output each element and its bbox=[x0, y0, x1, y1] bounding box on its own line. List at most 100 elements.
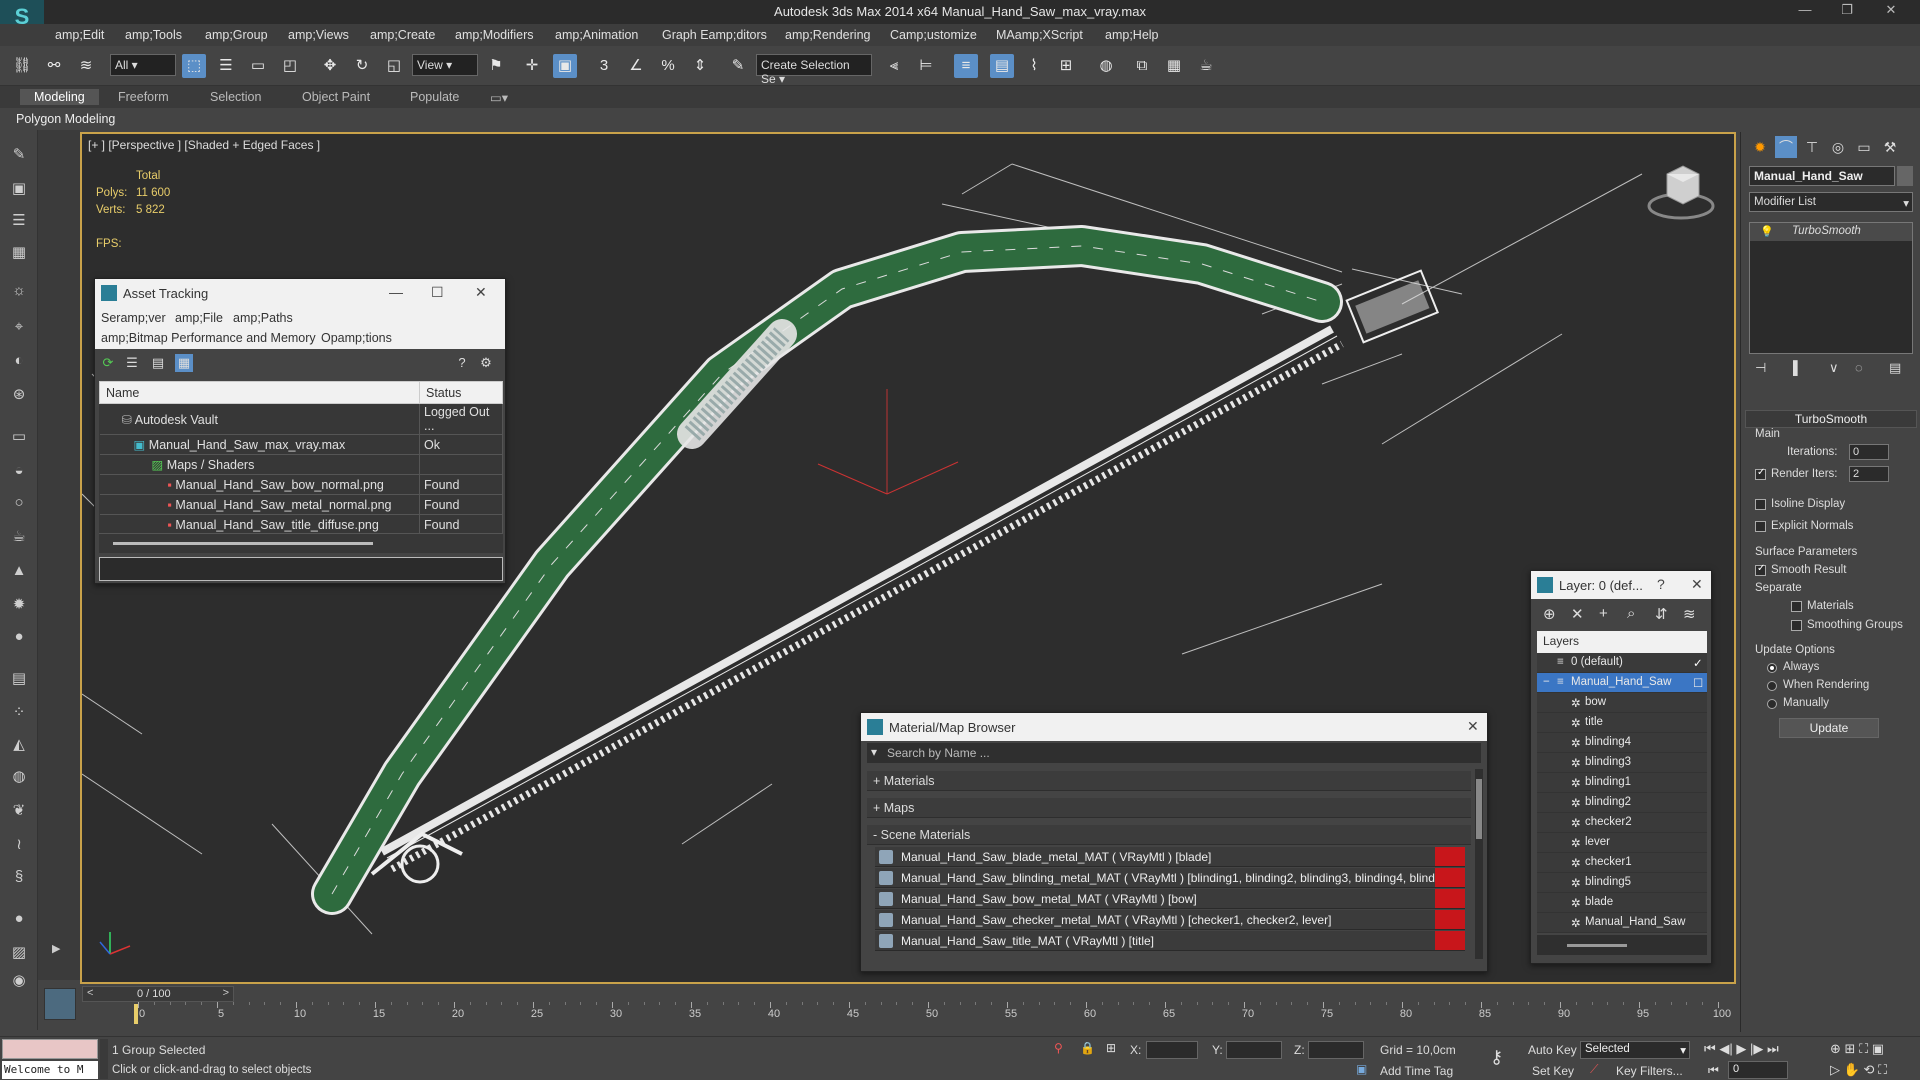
time-slider[interactable]: < 0 / 100 > bbox=[82, 986, 234, 1002]
time-cursor[interactable] bbox=[134, 1004, 138, 1024]
curve-editor-icon[interactable]: ⌇ bbox=[1022, 54, 1046, 78]
angle-snap-icon[interactable]: ∠ bbox=[624, 54, 648, 78]
render-iters-checkbox[interactable] bbox=[1755, 467, 1766, 480]
list-item[interactable]: ✲ blinding4 bbox=[1537, 733, 1707, 753]
globe-icon[interactable]: ◉ bbox=[8, 970, 30, 992]
modify-tab-icon[interactable]: ⌒ bbox=[1775, 136, 1797, 158]
menu-paths[interactable]: amp;Paths bbox=[233, 311, 293, 325]
graphite-toolbox-icon[interactable]: ▤ bbox=[990, 54, 1014, 78]
create-layer-icon[interactable]: ⊕ bbox=[1543, 605, 1556, 623]
layers-column-header[interactable]: Layers bbox=[1537, 631, 1707, 653]
add-to-layer-icon[interactable]: + bbox=[1599, 605, 1608, 622]
highlight-layer-icon[interactable]: ⇵ bbox=[1655, 605, 1668, 623]
refresh-icon[interactable]: ⟳ bbox=[99, 354, 117, 372]
search-options-icon[interactable]: ▾ bbox=[871, 745, 877, 759]
minimize-button[interactable]: — bbox=[1790, 2, 1820, 22]
pivot-center-icon[interactable]: ⚑ bbox=[484, 54, 508, 78]
align-icon[interactable]: ⊨ bbox=[914, 54, 938, 78]
material-browser-titlebar[interactable]: Material/Map Browser ✕ bbox=[861, 713, 1487, 741]
display-tab-icon[interactable]: ▭ bbox=[1853, 136, 1875, 158]
go-to-start-icon[interactable]: ⏮ bbox=[1704, 1041, 1716, 1056]
percent-snap-icon[interactable]: % bbox=[656, 54, 680, 78]
box-icon[interactable]: ▭ bbox=[8, 426, 30, 448]
add-time-tag[interactable]: Add Time Tag bbox=[1380, 1064, 1453, 1078]
close-button[interactable]: ✕ bbox=[1691, 576, 1703, 593]
polygon-modeling-label[interactable]: Polygon Modeling bbox=[16, 112, 115, 126]
pan-icon[interactable]: ✋ bbox=[1844, 1062, 1860, 1077]
menu-file[interactable]: amp;File bbox=[175, 311, 223, 325]
modifier-list-dropdown[interactable]: Modifier List ▾ bbox=[1749, 192, 1913, 212]
list-item[interactable]: Manual_Hand_Saw_checker_metal_MAT ( VRay… bbox=[875, 910, 1465, 930]
snake-icon[interactable]: § bbox=[8, 866, 30, 888]
next-key-icon[interactable]: |▶ bbox=[1750, 1041, 1763, 1056]
keyboard-shortcut-icon[interactable]: ▣ bbox=[553, 54, 577, 78]
sun-icon[interactable]: ✹ bbox=[8, 594, 30, 616]
table-row[interactable]: ▪ Manual_Hand_Saw_title_diffuse.png Foun… bbox=[99, 514, 503, 535]
selection-lock-icon[interactable]: 🔒 bbox=[1080, 1041, 1095, 1055]
list-item[interactable]: ✲ blinding1 bbox=[1537, 773, 1707, 793]
utilities-tab-icon[interactable]: ⚒ bbox=[1879, 136, 1901, 158]
plane-icon[interactable]: ▤ bbox=[8, 668, 30, 690]
rect-selection-icon[interactable]: ▭ bbox=[246, 54, 270, 78]
tab-freeform[interactable]: Freeform bbox=[118, 90, 169, 104]
spinner-snap-icon[interactable]: ⇕ bbox=[688, 54, 712, 78]
y-coordinate-field[interactable] bbox=[1226, 1041, 1282, 1059]
smooth-result-checkbox[interactable] bbox=[1755, 563, 1766, 576]
always-radio[interactable] bbox=[1767, 663, 1777, 673]
create-tab-icon[interactable]: ✹ bbox=[1749, 136, 1771, 158]
maximize-viewport-icon[interactable]: ⛶ bbox=[1878, 1062, 1887, 1077]
manually-radio[interactable] bbox=[1767, 699, 1777, 709]
table-row[interactable]: ▣ Manual_Hand_Saw_max_vray.max Ok bbox=[99, 434, 503, 455]
help-icon[interactable]: ? bbox=[453, 354, 471, 372]
time-tag-icon[interactable]: ▣ bbox=[1356, 1062, 1367, 1076]
tab-object-paint[interactable]: Object Paint bbox=[302, 90, 370, 104]
list-item[interactable]: ✲ blinding5 bbox=[1537, 873, 1707, 893]
rendered-frame-icon[interactable]: ▦ bbox=[1162, 54, 1186, 78]
active-layer-check-icon[interactable]: ✓ bbox=[1693, 656, 1703, 670]
lightbulb-icon[interactable]: 💡 bbox=[1760, 225, 1774, 238]
list-item[interactable]: ✲ lever bbox=[1537, 833, 1707, 853]
rotate-icon[interactable]: ↻ bbox=[350, 54, 374, 78]
viewport-icon[interactable]: ▣ bbox=[8, 178, 30, 200]
next-frame-icon[interactable]: > bbox=[223, 987, 229, 999]
list-item[interactable]: Manual_Hand_Saw_title_MAT ( VRayMtl ) [t… bbox=[875, 931, 1465, 951]
list-item[interactable]: ≡ 0 (default) ✓ bbox=[1537, 653, 1707, 673]
helper-icon[interactable]: ◐ bbox=[8, 350, 30, 372]
column-name[interactable]: Name bbox=[99, 381, 420, 404]
explicit-normals-checkbox[interactable] bbox=[1755, 521, 1766, 532]
layer-manager-icon[interactable]: ≡ bbox=[954, 54, 978, 78]
menu-edit[interactable]: amp;Edit bbox=[55, 28, 104, 42]
current-frame-field[interactable]: 0 bbox=[1728, 1061, 1788, 1079]
list-item[interactable]: ✲ title bbox=[1537, 713, 1707, 733]
make-unique-icon[interactable]: ∨ bbox=[1829, 360, 1839, 376]
sphere-icon[interactable]: ◒ bbox=[8, 460, 30, 482]
menu-server[interactable]: Seramp;ver bbox=[101, 311, 166, 325]
bind-spacewarp-icon[interactable]: ≋ bbox=[74, 54, 98, 78]
orbit-icon[interactable]: ⟲ bbox=[1863, 1062, 1874, 1077]
named-selection-input[interactable]: Create Selection Se ▾ bbox=[756, 54, 872, 86]
menu-animation[interactable]: amp;Animation bbox=[555, 28, 638, 42]
key-filters-button[interactable]: Key Filters... bbox=[1616, 1064, 1683, 1078]
zoom-extents-icon[interactable]: ⛶ bbox=[1859, 1041, 1868, 1056]
maxscript-mini-listener[interactable]: Welcome to M bbox=[2, 1061, 98, 1079]
configure-sets-icon[interactable]: ▤ bbox=[1889, 360, 1901, 376]
list-icon[interactable]: ☰ bbox=[8, 210, 30, 232]
table-row[interactable]: ▪ Manual_Hand_Saw_metal_normal.png Found bbox=[99, 494, 503, 515]
list-item[interactable]: − ≡ Manual_Hand_Saw ☐ bbox=[1537, 673, 1707, 693]
menu-bitmap-performance[interactable]: amp;Bitmap Performance and Memory bbox=[101, 331, 316, 345]
schematic-view-icon[interactable]: ⊞ bbox=[1054, 54, 1078, 78]
menu-help[interactable]: amp;Help bbox=[1105, 28, 1159, 42]
smoothing-groups-checkbox[interactable] bbox=[1791, 620, 1802, 631]
table-row[interactable]: ▨ Maps / Shaders bbox=[99, 454, 503, 475]
minimize-button[interactable]: — bbox=[389, 284, 403, 300]
render-iters-spinner[interactable]: 2 bbox=[1849, 466, 1889, 482]
list-item[interactable]: ✲ blinding3 bbox=[1537, 753, 1707, 773]
key-mode-dropdown[interactable]: Selected ▾ bbox=[1580, 1041, 1690, 1059]
list-item[interactable]: Manual_Hand_Saw_blade_metal_MAT ( VRayMt… bbox=[875, 847, 1465, 867]
move-icon[interactable]: ✥ bbox=[318, 54, 342, 78]
selection-filter-dropdown[interactable]: All ▾ bbox=[110, 54, 176, 76]
horizontal-scrollbar[interactable] bbox=[99, 533, 503, 553]
settings-icon[interactable]: ⚙ bbox=[477, 354, 495, 372]
maximize-button[interactable]: ☐ bbox=[431, 284, 444, 301]
materials-checkbox[interactable] bbox=[1791, 601, 1802, 612]
